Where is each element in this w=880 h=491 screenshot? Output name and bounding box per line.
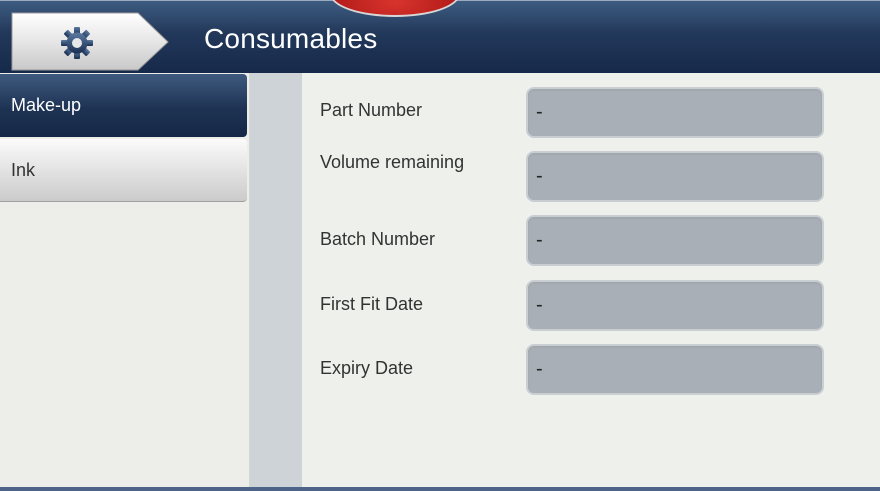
first-fit-date-label: First Fit Date [320, 294, 424, 314]
volume-remaining-label: Volume remaining [320, 152, 465, 172]
part-number-value: - [536, 101, 543, 123]
gear-icon [61, 27, 93, 59]
batch-number-field: - [526, 215, 824, 266]
volume-remaining-field: - [526, 151, 824, 202]
page-title: Consumables [204, 23, 378, 54]
sidebar-item-make-up[interactable]: Make-up [0, 74, 247, 137]
bottom-border [0, 487, 880, 491]
batch-number-value: - [536, 229, 543, 251]
sidebar: Make-up Ink [0, 73, 250, 487]
expiry-date-label: Expiry Date [320, 358, 414, 378]
part-number-field: - [526, 87, 824, 138]
first-fit-date-value: - [536, 294, 543, 316]
expiry-date-value: - [536, 358, 543, 380]
panel-divider [250, 73, 302, 487]
first-fit-date-field: - [526, 280, 824, 331]
alert-indicator[interactable] [330, 0, 460, 17]
header-bar: Consumables [0, 0, 880, 73]
settings-button[interactable] [10, 11, 170, 72]
volume-remaining-value: - [536, 165, 543, 187]
expiry-date-field: - [526, 344, 824, 395]
consumables-details-panel: Part Number - Volume remaining - Batch N… [302, 73, 880, 487]
sidebar-item-ink[interactable]: Ink [0, 139, 247, 202]
part-number-label: Part Number [320, 100, 423, 120]
batch-number-label: Batch Number [320, 229, 436, 249]
